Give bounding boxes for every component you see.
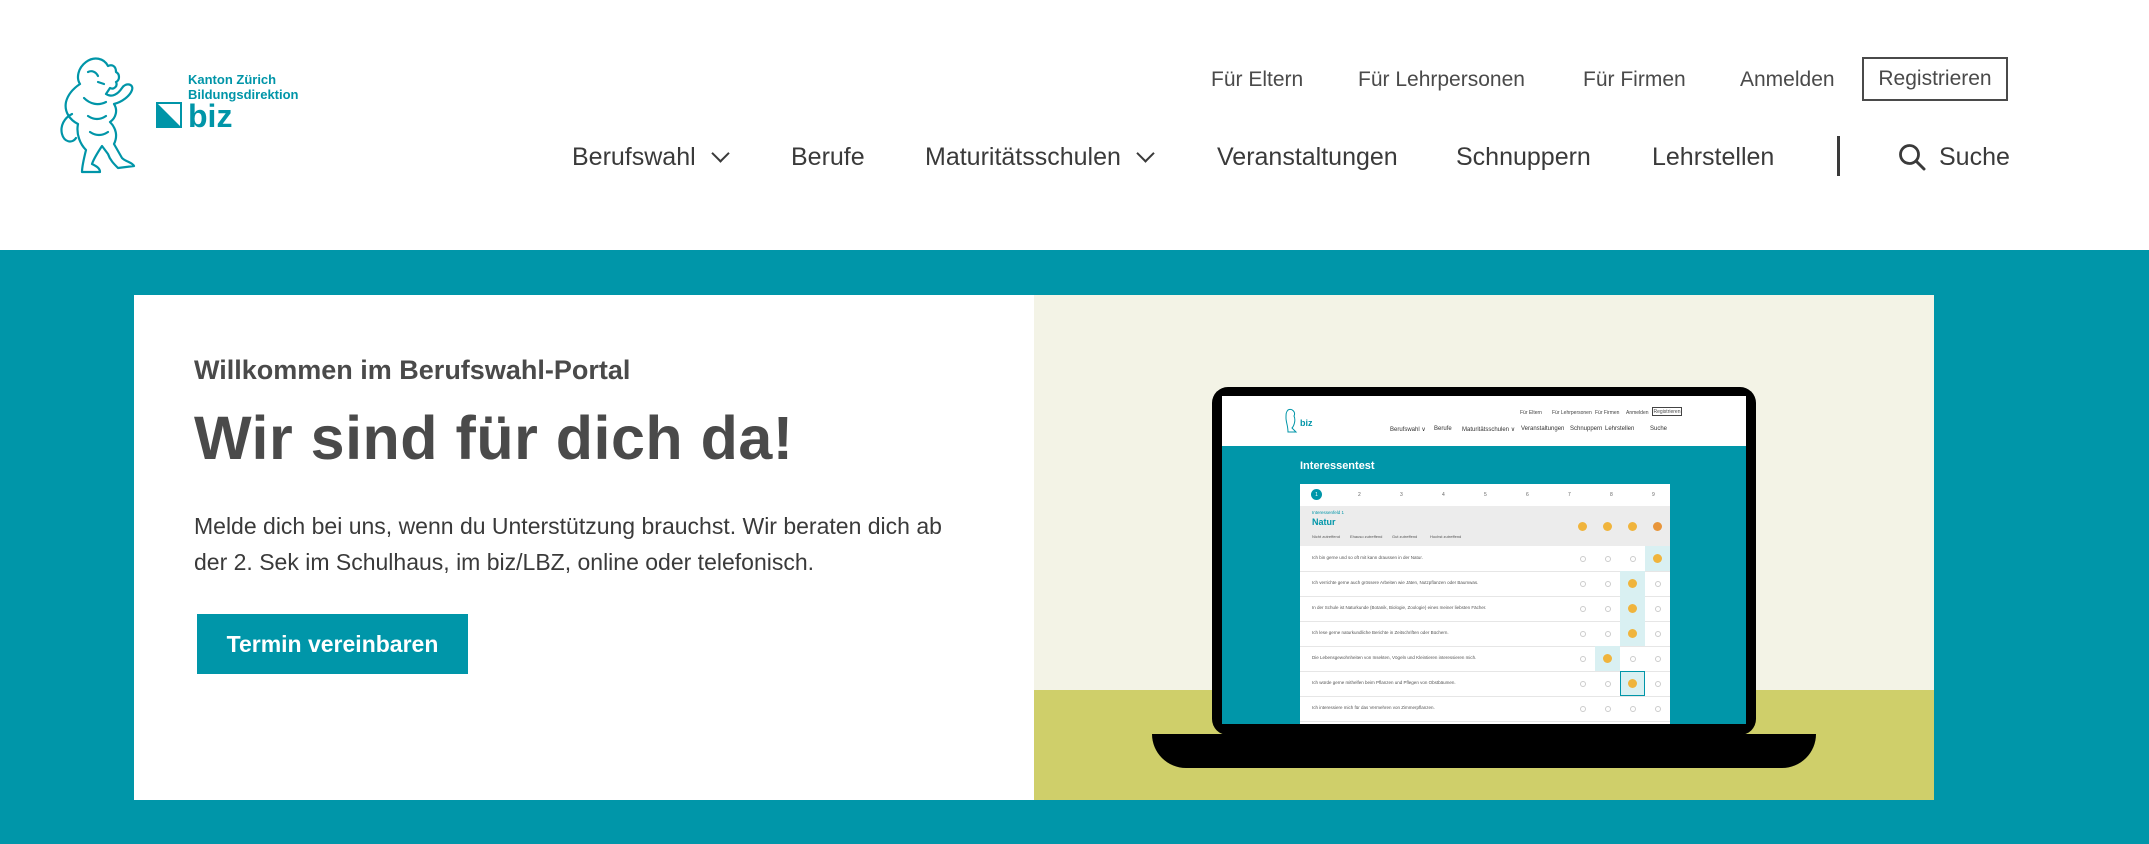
- screen-row: Ich lese gerne naturkundliche Berichte i…: [1300, 621, 1670, 647]
- zurich-flag-icon: [156, 102, 182, 128]
- screen-step-5: 5: [1484, 492, 1487, 498]
- hero-text-panel: Willkommen im Berufswahl-Portal Wir sind…: [134, 295, 1034, 800]
- screen-meta-3: Für Firmen: [1595, 410, 1620, 416]
- nav-berufswahl[interactable]: Berufswahl: [572, 143, 730, 172]
- screen-step-1: 1: [1311, 489, 1322, 500]
- screen-meta-4: Anmelden: [1626, 410, 1649, 416]
- screen-row: Die Lebensgewohnheiten von Insekten, Vög…: [1300, 646, 1670, 672]
- nav-divider: [1837, 136, 1840, 176]
- screen-legend-2: Ehauso zutreffend: [1350, 534, 1383, 539]
- laptop-screen-content: biz Für Eltern Für Lehrpersonen Für Firm…: [1222, 396, 1746, 724]
- screen-row: Ich bin gerne und so oft mit kann drauss…: [1300, 546, 1670, 572]
- nav-schnuppern[interactable]: Schnuppern: [1456, 143, 1591, 172]
- screen-step-2: 2: [1358, 492, 1361, 498]
- meta-link-firmen[interactable]: Für Firmen: [1583, 68, 1686, 92]
- nav-berufe-label: Berufe: [791, 143, 865, 171]
- screen-meta-2: Für Lehrpersonen: [1552, 410, 1592, 416]
- search-icon[interactable]: [1898, 143, 1926, 171]
- nav-veranstaltungen[interactable]: Veranstaltungen: [1217, 143, 1398, 172]
- screen-step-6: 6: [1526, 492, 1529, 498]
- chevron-down-icon: [1136, 144, 1155, 163]
- screen-meta-1: Für Eltern: [1520, 410, 1542, 416]
- screen-legend-4: Hochst zutreffend: [1430, 534, 1462, 539]
- screen-nav-4: Veranstaltungen: [1521, 426, 1565, 432]
- screen-nav-2: Berufe: [1434, 426, 1452, 432]
- screen-row: Ich verrichte gerne auch grössere Arbeit…: [1300, 571, 1670, 597]
- mini-lion-icon: [1285, 409, 1298, 433]
- screen-legend-1: Nicht zutreffend: [1312, 534, 1340, 539]
- screen-section-head: Interessenfeld 1 Natur Nicht zutreffend …: [1300, 506, 1670, 546]
- laptop-base: [1152, 734, 1816, 768]
- nav-lehrstellen[interactable]: Lehrstellen: [1652, 143, 1774, 172]
- brand-canton: Kanton Zürich: [188, 72, 277, 87]
- screen-row: In der Schule ist Naturkunde (Botanik, B…: [1300, 596, 1670, 622]
- nav-maturitaetsschulen-label: Maturitätsschulen: [925, 143, 1121, 171]
- screen-interest-test: 1 2 3 4 5 6 7 8 9 Interessenfeld 1 Natur…: [1300, 484, 1670, 724]
- screen-section-title: Natur: [1312, 517, 1336, 527]
- nav-lehrstellen-label: Lehrstellen: [1652, 143, 1775, 171]
- screen-step-4: 4: [1442, 492, 1445, 498]
- screen-step-3: 3: [1400, 492, 1403, 498]
- screen-steps: 1 2 3 4 5 6 7 8 9: [1300, 484, 1670, 507]
- screen-row: Ich interessiere mich für das Vermehren …: [1300, 696, 1670, 722]
- screen-search: Suche: [1650, 426, 1668, 432]
- chevron-down-icon: [710, 144, 730, 163]
- screen-step-7: 7: [1568, 492, 1571, 498]
- meta-link-lehrpersonen[interactable]: Für Lehrpersonen: [1358, 68, 1525, 92]
- hero-description: Melde dich bei uns, wenn du Unterstützun…: [194, 513, 942, 575]
- nav-berufe[interactable]: Berufe: [791, 143, 865, 172]
- screen-brand: biz: [1300, 418, 1313, 428]
- search-link[interactable]: Suche: [1939, 143, 2010, 172]
- site-header: Kanton Zürich Bildungsdirektion biz Für …: [0, 0, 2149, 250]
- screen-row: Ich würde gerne mithelfen beim Pflanzen …: [1300, 671, 1670, 697]
- book-appointment-button[interactable]: Termin vereinbaren: [197, 614, 468, 674]
- screen-nav-5: Schnuppern: [1570, 426, 1603, 432]
- nav-schnuppern-label: Schnuppern: [1456, 143, 1591, 171]
- brand-biz: biz: [188, 98, 233, 134]
- nav-berufswahl-label: Berufswahl: [572, 143, 696, 171]
- hero-eyebrow: Willkommen im Berufswahl-Portal: [194, 355, 631, 385]
- screen-nav-1: Berufswahl ∨: [1390, 427, 1426, 433]
- screen-step-8: 8: [1610, 492, 1613, 498]
- meta-link-eltern[interactable]: Für Eltern: [1211, 68, 1303, 92]
- screen-header: biz Für Eltern Für Lehrpersonen Für Firm…: [1222, 396, 1746, 446]
- nav-veranstaltungen-label: Veranstaltungen: [1217, 143, 1398, 171]
- hero-title: Wir sind für dich da!: [194, 404, 794, 472]
- screen-section-label: Interessenfeld 1: [1312, 510, 1345, 515]
- register-button[interactable]: Registrieren: [1862, 57, 2008, 101]
- screen-title: Interessentest: [1300, 460, 1375, 472]
- screen-nav-3: Maturitätsschulen ∨: [1462, 427, 1516, 433]
- screen-step-9: 9: [1652, 492, 1655, 498]
- search-label: Suche: [1939, 143, 2010, 171]
- screen-legend-3: Gut zutreffend: [1392, 534, 1418, 539]
- screen-nav-6: Lehrstellen: [1605, 426, 1635, 432]
- screen-register: Registrieren: [1652, 407, 1682, 416]
- login-link[interactable]: Anmelden: [1740, 68, 1835, 92]
- nav-maturitaetsschulen[interactable]: Maturitätsschulen: [925, 143, 1155, 172]
